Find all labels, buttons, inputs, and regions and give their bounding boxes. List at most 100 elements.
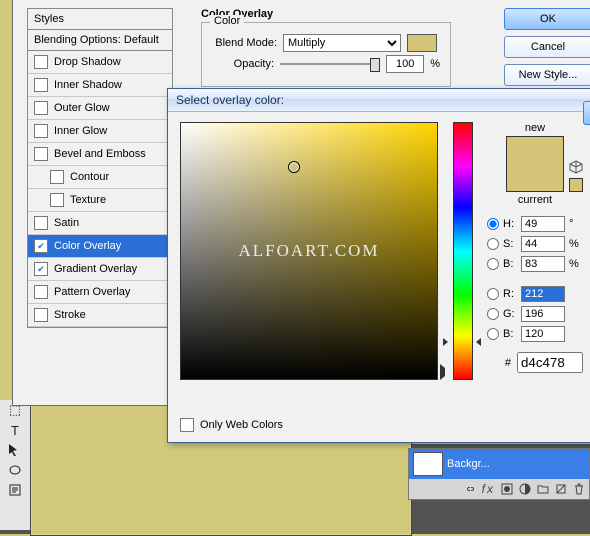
style-checkbox[interactable] (50, 193, 64, 207)
notes-tool-icon[interactable] (0, 480, 30, 500)
g-radio[interactable] (487, 308, 499, 320)
blending-options[interactable]: Blending Options: Default (28, 30, 172, 51)
cancel-button[interactable]: Cancel (504, 36, 590, 58)
watermark: ALFOART.COM (238, 241, 379, 261)
adjustment-icon[interactable] (519, 483, 531, 495)
style-item-bevel-and-emboss[interactable]: Bevel and Emboss (28, 143, 172, 166)
style-checkbox[interactable] (34, 285, 48, 299)
style-checkbox[interactable] (34, 78, 48, 92)
style-checkbox[interactable] (34, 55, 48, 69)
only-web-row[interactable]: Only Web Colors (180, 418, 283, 432)
style-label: Contour (70, 171, 109, 183)
blend-mode-label: Blend Mode: (212, 37, 277, 49)
layers-panel: Backgr... fx (408, 448, 590, 500)
ellipse-tool-icon[interactable] (0, 460, 30, 480)
g-input[interactable] (521, 306, 565, 322)
opacity-input[interactable] (386, 55, 424, 73)
style-label: Inner Glow (54, 125, 107, 137)
style-label: Drop Shadow (54, 56, 121, 68)
path-tool-icon[interactable] (0, 440, 30, 460)
dialog-buttons: OK Cancel New Style... (504, 8, 590, 86)
g-label: G: (503, 308, 517, 320)
style-item-inner-glow[interactable]: Inner Glow (28, 120, 172, 143)
folder-icon[interactable] (537, 483, 549, 495)
cube-icon[interactable] (569, 160, 583, 174)
bch-input[interactable] (521, 326, 565, 342)
h-input[interactable] (521, 216, 565, 232)
h-radio[interactable] (487, 218, 499, 230)
color-picker-dialog: Select overlay color: ALFOART.COM (167, 88, 590, 443)
current-label: current (518, 194, 552, 206)
r-row: R: (487, 286, 583, 302)
h-row: H: ° (487, 216, 583, 232)
new-color[interactable] (507, 137, 563, 164)
style-item-stroke[interactable]: Stroke (28, 304, 172, 327)
style-checkbox[interactable] (34, 101, 48, 115)
b-label: B: (503, 258, 517, 270)
s-label: S: (503, 238, 517, 250)
r-input[interactable] (521, 286, 565, 302)
color-swatch[interactable] (407, 34, 437, 52)
hex-label: # (505, 357, 511, 369)
opacity-slider[interactable] (280, 57, 380, 71)
mask-icon[interactable] (501, 483, 513, 495)
hex-row: # (487, 352, 583, 373)
b-unit: % (569, 258, 583, 270)
sv-field[interactable]: ALFOART.COM (180, 122, 438, 380)
style-checkbox[interactable] (34, 124, 48, 138)
b-radio[interactable] (487, 258, 499, 270)
style-item-texture[interactable]: Texture (28, 189, 172, 212)
style-checkbox[interactable] (50, 170, 64, 184)
blend-mode-select[interactable]: Multiply (283, 34, 401, 52)
ok-button[interactable]: OK (504, 8, 590, 30)
style-item-outer-glow[interactable]: Outer Glow (28, 97, 172, 120)
style-checkbox[interactable] (34, 262, 48, 276)
style-item-gradient-overlay[interactable]: Gradient Overlay (28, 258, 172, 281)
style-label: Gradient Overlay (54, 263, 137, 275)
mini-swatch[interactable] (569, 178, 583, 192)
color-fieldset: Color Blend Mode: Multiply Opacity: % (201, 22, 451, 87)
only-web-label: Only Web Colors (200, 419, 283, 431)
style-item-inner-shadow[interactable]: Inner Shadow (28, 74, 172, 97)
picker-title: Select overlay color: (176, 93, 284, 107)
s-input[interactable] (521, 236, 565, 252)
fieldset-legend: Color (210, 15, 244, 27)
s-unit: % (569, 238, 583, 250)
only-web-checkbox[interactable] (180, 418, 194, 432)
style-checkbox[interactable] (34, 308, 48, 322)
b-row: B: % (487, 256, 583, 272)
opacity-unit: % (430, 58, 440, 70)
layer-thumbnail (413, 452, 443, 476)
style-checkbox[interactable] (34, 239, 48, 253)
tool-strip: ⬚ T (0, 400, 31, 530)
style-item-pattern-overlay[interactable]: Pattern Overlay (28, 281, 172, 304)
style-item-drop-shadow[interactable]: Drop Shadow (28, 51, 172, 74)
trash-icon[interactable] (573, 483, 585, 495)
style-item-contour[interactable]: Contour (28, 166, 172, 189)
color-overlay-section: Color Overlay Color Blend Mode: Multiply… (201, 8, 451, 87)
new-layer-icon[interactable] (555, 483, 567, 495)
r-radio[interactable] (487, 288, 499, 300)
r-label: R: (503, 288, 517, 300)
picker-titlebar[interactable]: Select overlay color: (168, 89, 590, 112)
bch-row: B: (487, 326, 583, 342)
style-checkbox[interactable] (34, 216, 48, 230)
b-input[interactable] (521, 256, 565, 272)
s-radio[interactable] (487, 238, 499, 250)
style-checkbox[interactable] (34, 147, 48, 161)
type-tool-icon[interactable]: T (0, 420, 30, 440)
fx-icon[interactable]: fx (482, 482, 495, 496)
layer-row[interactable]: Backgr... (409, 449, 589, 479)
link-icon[interactable] (464, 483, 476, 495)
style-label: Color Overlay (54, 240, 121, 252)
current-color[interactable] (507, 164, 563, 191)
style-item-satin[interactable]: Satin (28, 212, 172, 235)
style-item-color-overlay[interactable]: Color Overlay (28, 235, 172, 258)
new-style-button[interactable]: New Style... (504, 64, 590, 86)
styles-list: Blending Options: Default Drop Shadow Inne… (27, 30, 173, 328)
hex-input[interactable] (517, 352, 583, 373)
picker-ok-button[interactable] (583, 101, 590, 125)
bch-radio[interactable] (487, 328, 499, 340)
style-label: Outer Glow (54, 102, 110, 114)
style-label: Texture (70, 194, 106, 206)
